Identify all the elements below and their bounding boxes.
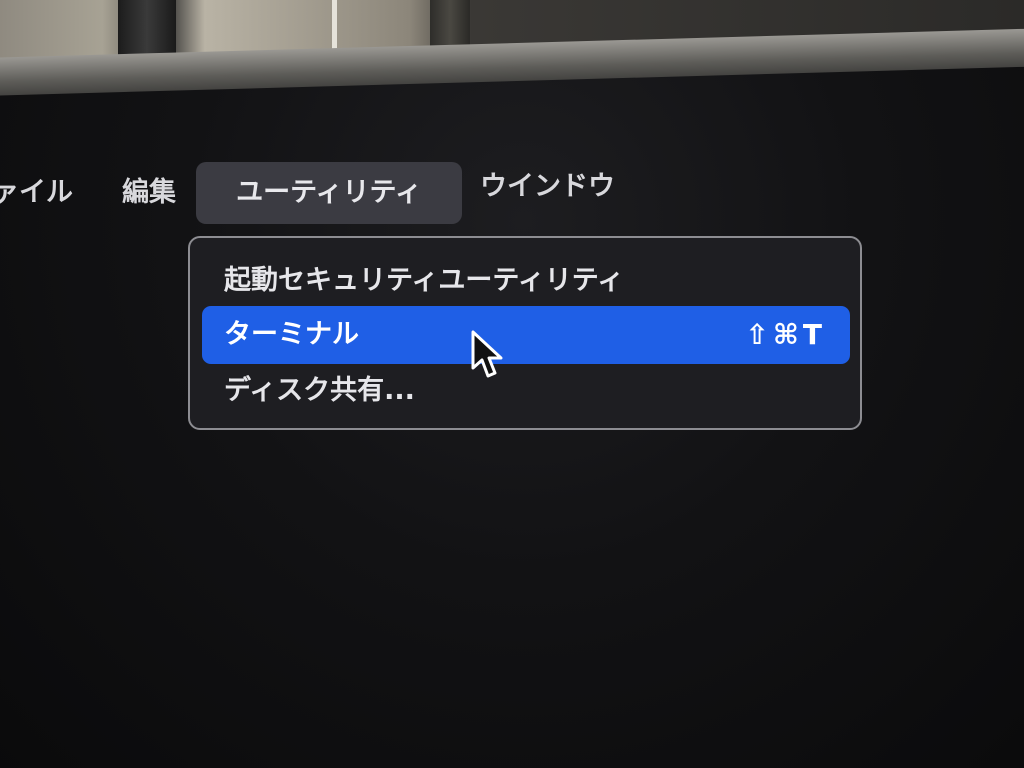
- menu-item-label: ディスク共有...: [224, 375, 415, 406]
- menu-item-startup-security-utility[interactable]: 起動セキュリティユーティリティ: [202, 252, 850, 310]
- menu-utilities[interactable]: ユーティリティ: [196, 162, 462, 224]
- keyboard-shortcut: ⇧⌘T: [745, 318, 826, 351]
- menu-bar: ァイル 編集 ユーティリティ ウインドウ: [0, 162, 1024, 224]
- menu-item-terminal[interactable]: ターミナル ⇧⌘T: [202, 306, 850, 364]
- arrow-pointer-icon: [471, 330, 503, 378]
- menu-file[interactable]: ァイル: [0, 162, 73, 224]
- utilities-dropdown: 起動セキュリティユーティリティ ターミナル ⇧⌘T ディスク共有...: [188, 236, 862, 430]
- menu-item-label: 起動セキュリティユーティリティ: [224, 265, 625, 296]
- menu-edit[interactable]: 編集: [122, 162, 176, 224]
- menu-item-label: ターミナル: [224, 319, 359, 350]
- menu-item-disk-sharing[interactable]: ディスク共有...: [202, 362, 850, 420]
- menu-window[interactable]: ウインドウ: [480, 156, 615, 218]
- photo-scene: ァイル 編集 ユーティリティ ウインドウ 起動セキュリティユーティリティ ターミ…: [0, 0, 1024, 768]
